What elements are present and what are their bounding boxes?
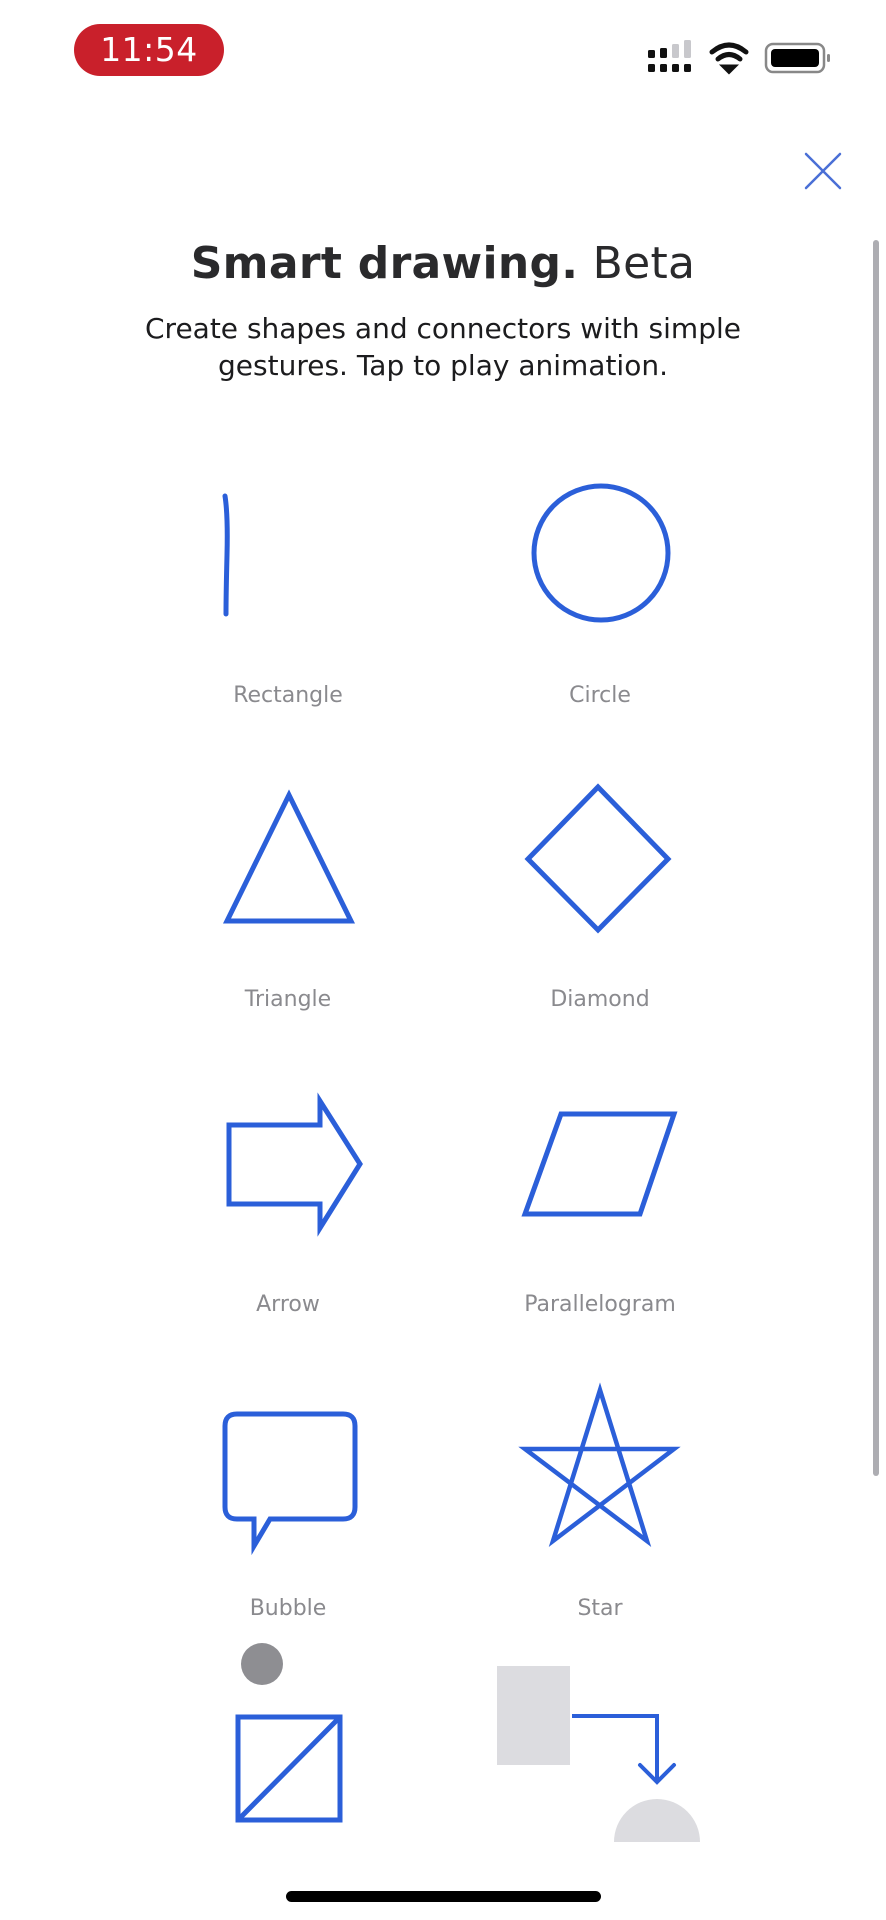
- triangle-icon: [222, 789, 356, 924]
- gesture-dot: [241, 1643, 283, 1685]
- diamond-icon: [524, 783, 672, 934]
- shape-arrow[interactable]: Arrow: [138, 1092, 438, 1384]
- shape-label: Diamond: [550, 987, 650, 1012]
- shape-label: Arrow: [256, 1292, 320, 1317]
- arrow-shape-icon: [226, 1092, 363, 1237]
- battery-icon: [764, 42, 830, 74]
- cellular-signal-icon: [648, 40, 691, 72]
- partial-demo-row: [0, 1620, 886, 1880]
- title-beta: Beta: [592, 238, 696, 289]
- shape-rectangle[interactable]: Rectangle: [138, 485, 438, 775]
- shape-label: Circle: [569, 683, 631, 708]
- status-icons: [640, 40, 840, 80]
- shape-circle[interactable]: Circle: [450, 483, 750, 775]
- subtitle-line-2: gestures. Tap to play animation.: [218, 349, 668, 382]
- title-main: Smart drawing.: [190, 238, 579, 289]
- page-subtitle: Create shapes and connectors with simple…: [120, 310, 766, 384]
- status-time: 11:54: [74, 24, 224, 76]
- shape-diamond[interactable]: Diamond: [450, 783, 750, 1079]
- star-icon: [518, 1382, 681, 1548]
- shape-parallelogram[interactable]: Parallelogram: [450, 1094, 750, 1384]
- scrollbar[interactable]: [873, 240, 879, 1476]
- scribble-erase-icon[interactable]: [235, 1643, 343, 1823]
- speech-bubble-icon: [222, 1411, 358, 1556]
- subtitle-line-1: Create shapes and connectors with simple: [145, 312, 741, 345]
- rectangle-gesture-icon: [222, 493, 230, 617]
- connector-icon[interactable]: [497, 1666, 700, 1842]
- shape-label: Triangle: [244, 987, 332, 1012]
- shape-label: Bubble: [249, 1596, 327, 1621]
- connector-source-block: [497, 1666, 570, 1765]
- close-button[interactable]: [798, 146, 848, 196]
- home-indicator[interactable]: [286, 1891, 601, 1902]
- close-icon: [804, 152, 842, 190]
- semicircle-target: [614, 1799, 700, 1842]
- wifi-icon: [709, 42, 749, 75]
- shape-label: Star: [577, 1596, 623, 1621]
- page-title: Smart drawing. Beta: [0, 238, 886, 289]
- circle-icon: [531, 483, 671, 623]
- shape-label: Rectangle: [233, 683, 343, 708]
- shape-label: Parallelogram: [524, 1292, 676, 1317]
- shape-triangle[interactable]: Triangle: [138, 789, 438, 1079]
- parallelogram-icon: [521, 1111, 678, 1217]
